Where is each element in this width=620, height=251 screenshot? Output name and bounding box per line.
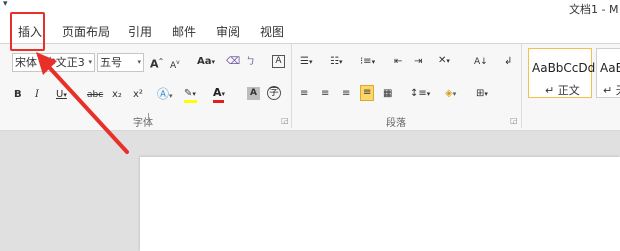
font-size-combobox[interactable]: 五号 ▾ [97,53,144,72]
style-normal[interactable]: AaBbCcDd ↵ 正文 [528,48,596,98]
bold-button[interactable]: B [14,88,22,102]
paragraph-group-label: 段落 [386,118,406,129]
align-left-icon: ≡ [300,88,309,99]
text-cursor [148,113,149,122]
group-divider [291,44,292,128]
font-dialog-launcher-icon[interactable]: ◲ [281,116,289,125]
numbering-button[interactable]: ☷▾ [330,55,342,69]
tab-mailings[interactable]: 邮件 [172,23,196,40]
font-name-value: 宋体 (中文正3 [15,56,85,69]
enclose-char-button[interactable]: 字 [267,86,281,100]
italic-button[interactable]: I [35,88,39,102]
line-spacing-icon: ↕≡ [410,88,427,99]
document-canvas [0,131,620,251]
sort-button[interactable]: A↓ [474,55,488,69]
font-size-value: 五号 [100,56,122,69]
quick-access-caret-icon[interactable]: ▾ [3,0,8,9]
char-shading-button[interactable]: A [247,87,260,100]
increase-indent-button[interactable]: ⇥ [414,55,422,69]
style-sample: AaBbCcDd [532,61,596,75]
grow-font-button[interactable]: A^ [150,55,164,72]
title-bar: ▾ 文档1 - M [0,0,620,16]
align-left-button[interactable]: ≡ [300,87,308,101]
sort-glyph: A↓ [474,57,488,67]
window-title: 文档1 - M [569,3,619,16]
decrease-indent-icon: ⇤ [394,56,403,67]
tab-view[interactable]: 视图 [260,23,284,40]
group-divider [521,44,522,128]
subscript-button[interactable]: x₂ [112,88,122,102]
justify-button[interactable]: ≡ [360,85,375,101]
document-page[interactable] [140,157,620,251]
decrease-indent-button[interactable]: ⇤ [394,55,402,69]
align-right-icon: ≡ [342,88,351,99]
multilevel-list-icon: ⁝≡ [360,56,372,67]
font-color-glyph: A [213,86,222,99]
text-effect-icon: Ⓐ [157,87,170,101]
align-center-icon: ≡ [321,88,330,99]
annotation-highlight-box [10,12,45,51]
highlight-button[interactable]: ✎▾ [184,87,196,101]
borders-button[interactable]: ⊞▾ [476,87,488,101]
multilevel-list-button[interactable]: ⁝≡▾ [360,55,375,69]
shrink-font-button[interactable]: Av [170,56,180,73]
grow-font-glyph: A [150,57,159,71]
paragraph-mark-icon: ↲ [504,56,513,67]
style-sample: AaBb [600,61,620,75]
shading-button[interactable]: ◈▾ [445,87,456,101]
char-border-button[interactable]: A [272,55,285,68]
font-name-combobox[interactable]: 宋体 (中文正3 ▾ [12,53,95,72]
strikethrough-glyph: abc [87,90,104,100]
pinyin-guide-glyph: ㄅ [246,57,256,67]
superscript-glyph: x² [133,89,143,100]
char-shading-glyph: A [250,88,257,98]
style-name: ↵ 正文 [545,84,580,97]
style-name: ↵ 无 [603,84,620,97]
justify-icon: ≡ [363,87,372,98]
align-center-button[interactable]: ≡ [321,87,329,101]
bold-glyph: B [14,89,22,100]
increase-indent-icon: ⇥ [414,56,423,67]
bullet-list-icon: ☰ [300,56,309,67]
show-marks-button[interactable]: ↲ [504,55,512,69]
superscript-button[interactable]: x² [133,88,143,102]
highlight-color-swatch [184,100,197,103]
tab-page-layout[interactable]: 页面布局 [62,23,110,40]
italic-glyph: I [35,89,39,100]
char-border-glyph: A [275,56,282,66]
eraser-icon: ⌫ [226,56,241,67]
distributed-button[interactable]: ▦ [383,87,392,101]
chinese-layout-button[interactable]: ✕▾ [438,54,450,68]
subscript-glyph: x₂ [112,89,122,100]
underline-button[interactable]: U▾ [56,88,67,102]
style-no-spacing[interactable]: AaBb ↵ 无 [596,48,620,98]
line-spacing-button[interactable]: ↕≡▾ [410,87,430,101]
enclose-char-glyph: 字 [269,87,279,98]
paragraph-dialog-launcher-icon[interactable]: ◲ [510,116,518,125]
numbered-list-icon: ☷ [330,56,339,67]
ribbon: 宋体 (中文正3 ▾ 五号 ▾ A^ Av Aa▾ ⌫ ㄅ A B I U▾ a… [0,44,620,131]
strikethrough-button[interactable]: abc [87,88,103,102]
font-group-label: 字体 [133,118,153,129]
bullets-button[interactable]: ☰▾ [300,55,312,69]
paint-bucket-icon: ◈ [445,88,453,99]
change-case-button[interactable]: Aa▾ [197,55,215,69]
align-right-button[interactable]: ≡ [342,87,350,101]
pinyin-guide-button[interactable]: ㄅ [246,55,255,69]
text-effect-button[interactable]: Ⓐ▾ [157,87,173,103]
distributed-icon: ▦ [383,88,393,99]
tab-references[interactable]: 引用 [128,23,152,40]
ribbon-tabs: 插入 页面布局 引用 邮件 审阅 视图 [0,16,620,44]
tab-review[interactable]: 审阅 [216,23,240,40]
font-color-swatch [213,100,224,103]
font-color-button[interactable]: A▾ [213,86,225,101]
change-case-glyph: Aa [197,56,212,67]
clear-format-button[interactable]: ⌫ [226,55,240,69]
chevron-down-icon[interactable]: ▾ [137,54,141,71]
chevron-down-icon[interactable]: ▾ [88,54,92,71]
